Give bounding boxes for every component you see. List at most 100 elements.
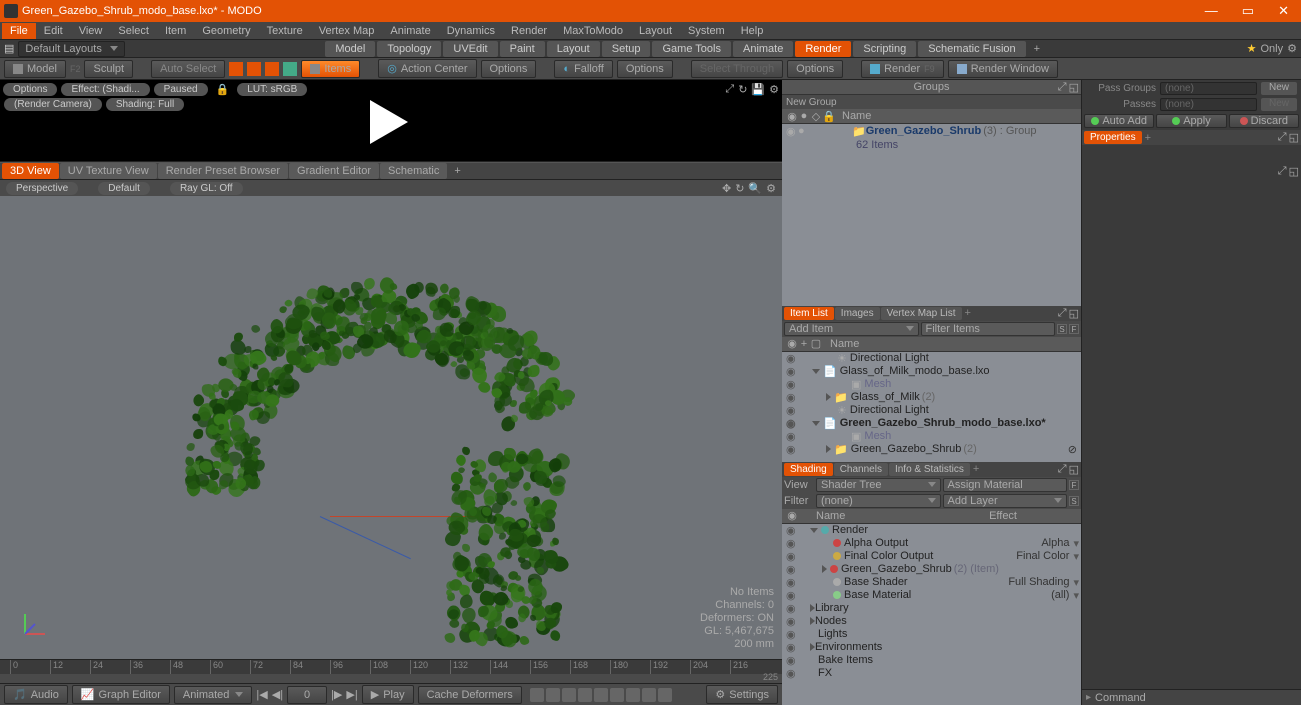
- shader-row[interactable]: ◉ Environments: [782, 641, 1081, 654]
- view-tab-gradient-editor[interactable]: Gradient Editor: [289, 163, 379, 179]
- preview-paused[interactable]: Paused: [154, 83, 208, 96]
- rotate-icon[interactable]: ↻: [735, 182, 744, 195]
- add-tab-icon[interactable]: +: [965, 307, 971, 319]
- layout-tab-topology[interactable]: Topology: [377, 41, 441, 57]
- f-icon[interactable]: F: [1069, 480, 1079, 490]
- item-row[interactable]: ◉ 📁Green_Gazebo_Shrub(2)⊘: [782, 443, 1081, 456]
- shader-row[interactable]: ◉ Nodes: [782, 615, 1081, 628]
- layout-tab-game-tools[interactable]: Game Tools: [652, 41, 731, 57]
- anim-mode-dropdown[interactable]: Animated: [174, 686, 252, 704]
- cache-deformers-button[interactable]: Cache Deformers: [418, 686, 522, 704]
- item-row[interactable]: ◉▣Mesh: [782, 378, 1081, 391]
- layout-tab-scripting[interactable]: Scripting: [853, 41, 916, 57]
- layout-tab-animate[interactable]: Animate: [733, 41, 793, 57]
- minimize-button[interactable]: —: [1197, 3, 1226, 19]
- gear-icon[interactable]: ⚙: [766, 182, 776, 195]
- menu-render[interactable]: Render: [503, 23, 555, 39]
- menu-layout[interactable]: Layout: [631, 23, 680, 39]
- save-icon[interactable]: 💾: [751, 83, 765, 96]
- key-icon-1[interactable]: [530, 688, 544, 702]
- view-default[interactable]: Default: [98, 182, 150, 195]
- shader-row[interactable]: ◉Bake Items: [782, 654, 1081, 667]
- item-row[interactable]: ◉ 📄Glass_of_Milk_modo_base.lxo: [782, 365, 1081, 378]
- gear-icon[interactable]: ⚙: [1287, 42, 1297, 55]
- filter-items-field[interactable]: Filter Items: [921, 322, 1056, 336]
- shader-row[interactable]: ◉Final Color OutputFinal Color▾: [782, 550, 1081, 563]
- move-icon[interactable]: ✥: [722, 182, 731, 195]
- zoom-icon[interactable]: 🔍: [748, 182, 762, 195]
- passes-new[interactable]: New: [1261, 98, 1297, 111]
- view-tab-3d-view[interactable]: 3D View: [2, 163, 59, 179]
- only-button[interactable]: Only: [1260, 43, 1283, 55]
- popout-icon[interactable]: ◱: [1069, 463, 1079, 476]
- shader-view-dropdown[interactable]: Shader Tree: [816, 478, 941, 492]
- filter-f-icon[interactable]: F: [1069, 324, 1079, 334]
- menu-view[interactable]: View: [71, 23, 111, 39]
- item-row[interactable]: ◉ 📄Green_Gazebo_Shrub_modo_base.lxo*: [782, 417, 1081, 430]
- render-window-button[interactable]: Render Window: [948, 60, 1058, 78]
- key-icon-5[interactable]: [594, 688, 608, 702]
- menu-edit[interactable]: Edit: [36, 23, 71, 39]
- options-button-1[interactable]: Options: [481, 60, 537, 78]
- timeline[interactable]: 0122436486072849610812013214415616818019…: [0, 659, 782, 683]
- view-tab-uv-texture-view[interactable]: UV Texture View: [60, 163, 157, 179]
- shader-row[interactable]: ◉Alpha OutputAlpha▾: [782, 537, 1081, 550]
- preview-camera[interactable]: (Render Camera): [4, 98, 102, 111]
- popout-icon[interactable]: ◱: [1069, 307, 1079, 320]
- item-row[interactable]: ◉ 📁Glass_of_Milk(2): [782, 391, 1081, 404]
- tab-channels[interactable]: Channels: [834, 463, 888, 476]
- sel-icon-2[interactable]: [247, 62, 261, 76]
- popout-icon[interactable]: ◱: [1069, 81, 1079, 94]
- add-tab-icon[interactable]: +: [973, 463, 979, 475]
- menu-help[interactable]: Help: [733, 23, 772, 39]
- graph-editor-button[interactable]: 📈Graph Editor: [72, 685, 170, 704]
- groups-list[interactable]: ◉● 📁 Green_Gazebo_Shrub(3) : Group 62 It…: [782, 124, 1081, 306]
- axis-gizmo[interactable]: [20, 609, 50, 639]
- gear-icon[interactable]: ⚙: [769, 83, 779, 96]
- shader-row[interactable]: ◉ Render: [782, 524, 1081, 537]
- auto-add-button[interactable]: Auto Add: [1084, 114, 1154, 128]
- layout-tab-schematic-fusion[interactable]: Schematic Fusion: [918, 41, 1025, 57]
- s-icon[interactable]: S: [1069, 496, 1079, 506]
- filter-s-icon[interactable]: S: [1057, 324, 1067, 334]
- preview-lut[interactable]: LUT: sRGB: [237, 83, 307, 96]
- passes-dropdown[interactable]: (none): [1160, 98, 1257, 111]
- add-view-tab-icon[interactable]: +: [448, 163, 466, 179]
- menu-geometry[interactable]: Geometry: [194, 23, 258, 39]
- shader-row[interactable]: ◉ Library: [782, 602, 1081, 615]
- sculpt-button[interactable]: Sculpt: [84, 60, 133, 78]
- layout-tab-render[interactable]: Render: [795, 41, 851, 57]
- shader-row[interactable]: ◉FX: [782, 667, 1081, 680]
- item-row[interactable]: ◉☀Directional Light: [782, 404, 1081, 417]
- tab-images[interactable]: Images: [835, 307, 880, 320]
- pass-groups-dropdown[interactable]: (none): [1160, 82, 1257, 95]
- key-icon-2[interactable]: [546, 688, 560, 702]
- options-button-2[interactable]: Options: [617, 60, 673, 78]
- refresh-icon[interactable]: ↻: [738, 83, 747, 96]
- menu-texture[interactable]: Texture: [259, 23, 311, 39]
- preview-shading[interactable]: Shading: Full: [106, 98, 184, 111]
- layout-tab-layout[interactable]: Layout: [547, 41, 600, 57]
- add-item-dropdown[interactable]: Add Item: [784, 322, 919, 336]
- action-center-button[interactable]: ◎Action Center: [378, 59, 476, 78]
- menu-item[interactable]: Item: [157, 23, 194, 39]
- tab-properties[interactable]: Properties: [1084, 131, 1142, 144]
- lock-icon[interactable]: 🔒: [212, 83, 234, 96]
- auto-select-button[interactable]: Auto Select: [151, 60, 225, 78]
- expand-icon[interactable]: ⤢: [725, 83, 734, 96]
- discard-button[interactable]: Discard: [1229, 114, 1299, 128]
- shader-row[interactable]: ◉Base Material(all)▾: [782, 589, 1081, 602]
- sel-icon-3[interactable]: [265, 62, 279, 76]
- goto-start-icon[interactable]: |◀: [256, 688, 267, 701]
- play-button[interactable]: ▶Play: [362, 685, 414, 704]
- tab-shading[interactable]: Shading: [784, 463, 833, 476]
- maximize-button[interactable]: ▭: [1234, 3, 1262, 19]
- frame-field[interactable]: 0: [287, 686, 327, 704]
- shading-tree[interactable]: ◉ Render◉Alpha OutputAlpha▾◉Final Color …: [782, 524, 1081, 705]
- popout-icon[interactable]: ◱: [1289, 131, 1299, 144]
- options-button-3[interactable]: Options: [787, 60, 843, 78]
- maximize-icon[interactable]: ⤢: [1278, 131, 1287, 144]
- view-tab-render-preset-browser[interactable]: Render Preset Browser: [158, 163, 288, 179]
- key-icon-4[interactable]: [578, 688, 592, 702]
- layout-tab-uvedit[interactable]: UVEdit: [443, 41, 497, 57]
